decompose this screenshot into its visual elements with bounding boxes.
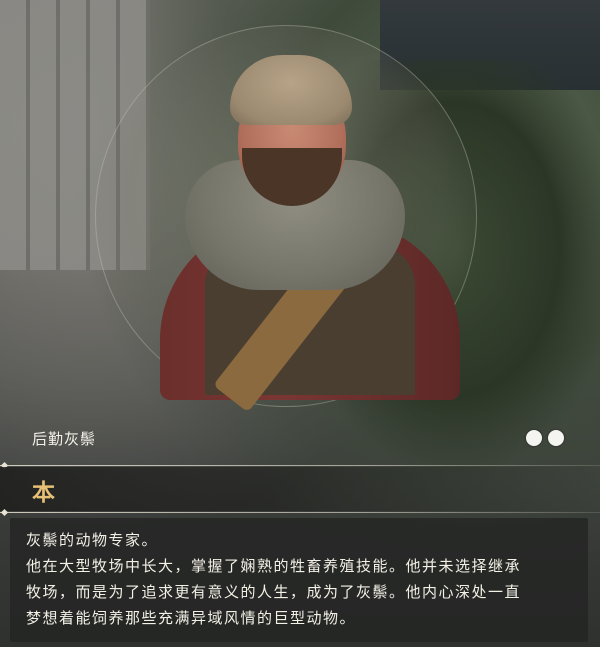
description-line: 他在大型牧场中长大，掌握了娴熟的牲畜养殖技能。他并未选择继承 [26,557,522,575]
description-text: 灰鬃的动物专家。 他在大型牧场中长大，掌握了娴熟的牲畜养殖技能。他并未选择继承 … [26,527,521,631]
class-glyph: 本 [32,480,55,506]
status-dot-icon [548,430,564,446]
character-name: 后勤灰鬃 [32,430,97,448]
description-line: 梦想着能饲养那些充满异域风情的巨型动物。 [26,609,357,627]
status-indicators [526,430,564,446]
character-portrait [150,30,470,413]
divider-top [0,465,600,466]
class-row: 本 [0,467,600,511]
divider-bottom [0,512,600,513]
portrait-cap [230,55,352,125]
description-line: 牧场，而是为了追求更有意义的人生，成为了灰鬃。他内心深处一直 [26,583,522,601]
description-line: 灰鬃的动物专家。 [26,531,159,549]
description-panel: 灰鬃的动物专家。 他在大型牧场中长大，掌握了娴熟的牲畜养殖技能。他并未选择继承 … [10,518,588,642]
status-dot-icon [526,430,542,446]
character-name-row: 后勤灰鬃 [0,418,600,458]
